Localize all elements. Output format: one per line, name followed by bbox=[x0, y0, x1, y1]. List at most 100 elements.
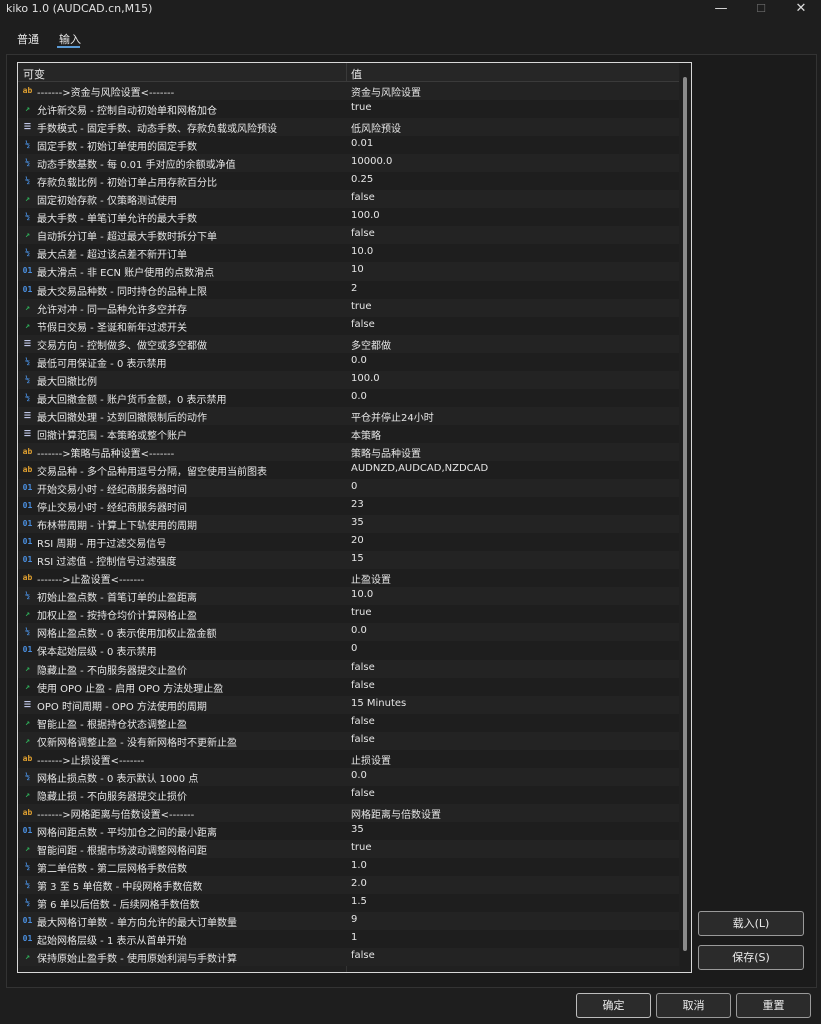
parameter-row[interactable]: ½ 第二单倍数 - 第二层网格手数倍数 1.0 bbox=[18, 858, 679, 877]
parameter-value[interactable]: false bbox=[351, 192, 671, 203]
parameter-value[interactable]: 止损设置 bbox=[351, 752, 671, 767]
parameter-row[interactable]: ab ------->止损设置<------- 止损设置 bbox=[18, 749, 679, 768]
parameter-row[interactable]: ½ 初始止盈点数 - 首笔订单的止盈距离 10.0 bbox=[18, 587, 679, 606]
parameter-row[interactable]: 01 最大交易品种数 - 同时持仓的品种上限 2 bbox=[18, 280, 679, 299]
tab-general[interactable]: 普通 bbox=[17, 31, 39, 47]
parameter-row[interactable]: ↗ 使用 OPO 止盈 - 启用 OPO 方法处理止盈 false bbox=[18, 677, 679, 696]
minimize-button[interactable]: — bbox=[701, 0, 741, 18]
parameter-value[interactable]: 9 bbox=[351, 914, 671, 925]
parameter-row[interactable]: 01 RSI 周期 - 用于过滤交易信号 20 bbox=[18, 533, 679, 552]
parameter-row[interactable]: 01 开始交易小时 - 经纪商服务器时间 0 bbox=[18, 479, 679, 498]
parameter-row[interactable]: ab ------->网格距离与倍数设置<------- 网格距离与倍数设置 bbox=[18, 803, 679, 822]
parameter-row[interactable]: ☰ 回撤计算范围 - 本策略或整个账户 本策略 bbox=[18, 424, 679, 443]
parameter-row[interactable]: ↗ 节假日交易 - 圣诞和新年过滤开关 false bbox=[18, 316, 679, 335]
parameter-value[interactable]: 10000.0 bbox=[351, 156, 671, 167]
parameter-row[interactable]: ↗ 自动拆分订单 - 超过最大手数时拆分下单 false bbox=[18, 226, 679, 245]
parameter-row[interactable]: ½ 最大点差 - 超过该点差不新开订单 10.0 bbox=[18, 244, 679, 263]
parameter-value[interactable]: false bbox=[351, 680, 671, 691]
tab-inputs[interactable]: 输入 bbox=[59, 31, 81, 47]
parameter-row[interactable]: ☰ 最大回撤处理 - 达到回撤限制后的动作 平仓并停止24小时 bbox=[18, 406, 679, 425]
parameter-row[interactable]: ½ 第 3 至 5 单倍数 - 中段网格手数倍数 2.0 bbox=[18, 876, 679, 895]
parameter-value[interactable]: 平仓并停止24小时 bbox=[351, 409, 671, 424]
parameter-value[interactable]: 0 bbox=[351, 643, 671, 654]
parameter-row[interactable]: 01 保本起始层级 - 0 表示禁用 0 bbox=[18, 641, 679, 660]
parameter-value[interactable]: 低风险预设 bbox=[351, 120, 671, 135]
parameter-value[interactable]: false bbox=[351, 716, 671, 727]
parameter-value[interactable]: true bbox=[351, 607, 671, 618]
parameter-value[interactable]: 0.0 bbox=[351, 770, 671, 781]
parameter-value[interactable]: 100.0 bbox=[351, 210, 671, 221]
parameter-value[interactable]: 10 bbox=[351, 264, 671, 275]
parameter-value[interactable]: 策略与品种设置 bbox=[351, 445, 671, 460]
parameter-row[interactable]: ↗ 保持原始止盈手数 - 使用原始利润与手数计算 false bbox=[18, 948, 679, 967]
save-button[interactable]: 保存(S) bbox=[698, 945, 804, 970]
parameter-row[interactable]: ½ 最大回撤比例 100.0 bbox=[18, 370, 679, 389]
parameter-row[interactable]: 01 停止交易小时 - 经纪商服务器时间 23 bbox=[18, 497, 679, 516]
column-divider[interactable] bbox=[346, 63, 347, 81]
parameter-value[interactable]: 2 bbox=[351, 283, 671, 294]
parameter-value[interactable]: true bbox=[351, 842, 671, 853]
parameter-row[interactable]: ↗ 允许新交易 - 控制自动初始单和网格加仓 true bbox=[18, 100, 679, 119]
parameter-row[interactable]: ½ 固定手数 - 初始订单使用的固定手数 0.01 bbox=[18, 136, 679, 155]
parameter-row[interactable]: 01 最大滑点 - 非 ECN 账户使用的点数滑点 10 bbox=[18, 262, 679, 281]
scrollbar-thumb[interactable] bbox=[683, 77, 687, 951]
parameter-value[interactable]: 23 bbox=[351, 499, 671, 510]
parameter-value[interactable]: 止盈设置 bbox=[351, 571, 671, 586]
parameter-row[interactable]: ½ 最大回撤金额 - 账户货币金额，0 表示禁用 0.0 bbox=[18, 388, 679, 407]
parameter-row[interactable]: ab ------->止盈设置<------- 止盈设置 bbox=[18, 569, 679, 588]
parameter-value[interactable]: 15 bbox=[351, 553, 671, 564]
parameter-value[interactable]: false bbox=[351, 788, 671, 799]
parameter-value[interactable]: 1 bbox=[351, 932, 671, 943]
parameter-value[interactable]: 10.0 bbox=[351, 246, 671, 257]
maximize-button[interactable]: ☐ bbox=[741, 0, 781, 18]
parameter-row[interactable]: ½ 网格止损点数 - 0 表示默认 1000 点 0.0 bbox=[18, 767, 679, 786]
parameter-row[interactable]: ↗ 智能间距 - 根据市场波动调整网格间距 true bbox=[18, 839, 679, 859]
parameter-row[interactable]: ↗ 允许对冲 - 同一品种允许多空并存 true bbox=[18, 298, 679, 317]
parameter-value[interactable]: 35 bbox=[351, 824, 671, 835]
parameter-row[interactable]: 01 起始网格层级 - 1 表示从首单开始 1 bbox=[18, 930, 679, 949]
parameter-row[interactable]: ☰ 手数模式 - 固定手数、动态手数、存款负载或风险预设 低风险预设 bbox=[18, 118, 679, 137]
parameter-value[interactable]: 10.0 bbox=[351, 589, 671, 600]
parameter-value[interactable]: 2.0 bbox=[351, 878, 671, 889]
parameter-row[interactable]: ↗ 隐藏止损 - 不向服务器提交止损价 false bbox=[18, 785, 679, 804]
parameter-row[interactable]: ab ------->策略与品种设置<------- 策略与品种设置 bbox=[18, 442, 679, 461]
parameter-row[interactable]: 01 RSI 过滤值 - 控制信号过滤强度 15 bbox=[18, 551, 679, 570]
parameter-value[interactable]: 资金与风险设置 bbox=[351, 84, 671, 99]
parameter-value[interactable]: 网格距离与倍数设置 bbox=[351, 806, 671, 821]
parameter-row[interactable]: ☰ 交易方向 - 控制做多、做空或多空都做 多空都做 bbox=[18, 334, 679, 353]
parameter-row[interactable]: ↗ 智能止盈 - 根据持仓状态调整止盈 false bbox=[18, 713, 679, 732]
parameter-row[interactable]: ↗ 加权止盈 - 按持仓均价计算网格止盈 true bbox=[18, 605, 679, 624]
parameter-row[interactable]: 01 网格间距点数 - 平均加仓之间的最小距离 35 bbox=[18, 821, 679, 840]
column-header-variable[interactable]: 可变 bbox=[23, 66, 45, 82]
parameter-row[interactable]: ☰ OPO 时间周期 - OPO 方法使用的周期 15 Minutes bbox=[18, 695, 679, 714]
parameter-row[interactable]: ½ 网格止盈点数 - 0 表示使用加权止盈金额 0.0 bbox=[18, 623, 679, 642]
vertical-scrollbar[interactable] bbox=[680, 63, 690, 970]
parameter-value[interactable]: 0.0 bbox=[351, 391, 671, 402]
parameter-value[interactable]: 0.25 bbox=[351, 174, 671, 185]
column-header-value[interactable]: 值 bbox=[351, 66, 362, 82]
parameter-row[interactable]: 01 布林带周期 - 计算上下轨使用的周期 35 bbox=[18, 515, 679, 534]
parameter-value[interactable]: 0.0 bbox=[351, 355, 671, 366]
parameter-value[interactable]: 多空都做 bbox=[351, 337, 671, 352]
parameter-value[interactable]: 15 Minutes bbox=[351, 698, 671, 709]
parameter-row[interactable]: ↗ 仅新网格调整止盈 - 没有新网格时不更新止盈 false bbox=[18, 731, 679, 750]
parameter-row[interactable]: ab ------->资金与风险设置<------- 资金与风险设置 bbox=[18, 82, 679, 101]
parameter-value[interactable]: false bbox=[351, 662, 671, 673]
parameter-value[interactable]: false bbox=[351, 950, 671, 961]
parameter-value[interactable]: 20 bbox=[351, 535, 671, 546]
parameter-row[interactable]: ½ 存款负载比例 - 初始订单占用存款百分比 0.25 bbox=[18, 172, 679, 191]
parameter-value[interactable]: 35 bbox=[351, 517, 671, 528]
parameter-row[interactable]: ½ 最低可用保证金 - 0 表示禁用 0.0 bbox=[18, 352, 679, 371]
ok-button[interactable]: 确定 bbox=[576, 993, 651, 1018]
reset-button[interactable]: 重置 bbox=[736, 993, 811, 1018]
parameter-row[interactable]: ½ 动态手数基数 - 每 0.01 手对应的余额或净值 10000.0 bbox=[18, 154, 679, 173]
parameter-value[interactable]: 本策略 bbox=[351, 427, 671, 442]
close-button[interactable]: ✕ bbox=[781, 0, 821, 18]
parameter-value[interactable]: 1.5 bbox=[351, 896, 671, 907]
parameter-value[interactable]: 0.0 bbox=[351, 625, 671, 636]
parameter-value[interactable]: true bbox=[351, 102, 671, 113]
parameter-value[interactable]: true bbox=[351, 301, 671, 312]
parameter-row[interactable]: ab 交易品种 - 多个品种用逗号分隔，留空使用当前图表 AUDNZD,AUDCAD… bbox=[18, 460, 679, 480]
parameter-value[interactable]: false bbox=[351, 734, 671, 745]
parameter-value[interactable]: 1.0 bbox=[351, 860, 671, 871]
